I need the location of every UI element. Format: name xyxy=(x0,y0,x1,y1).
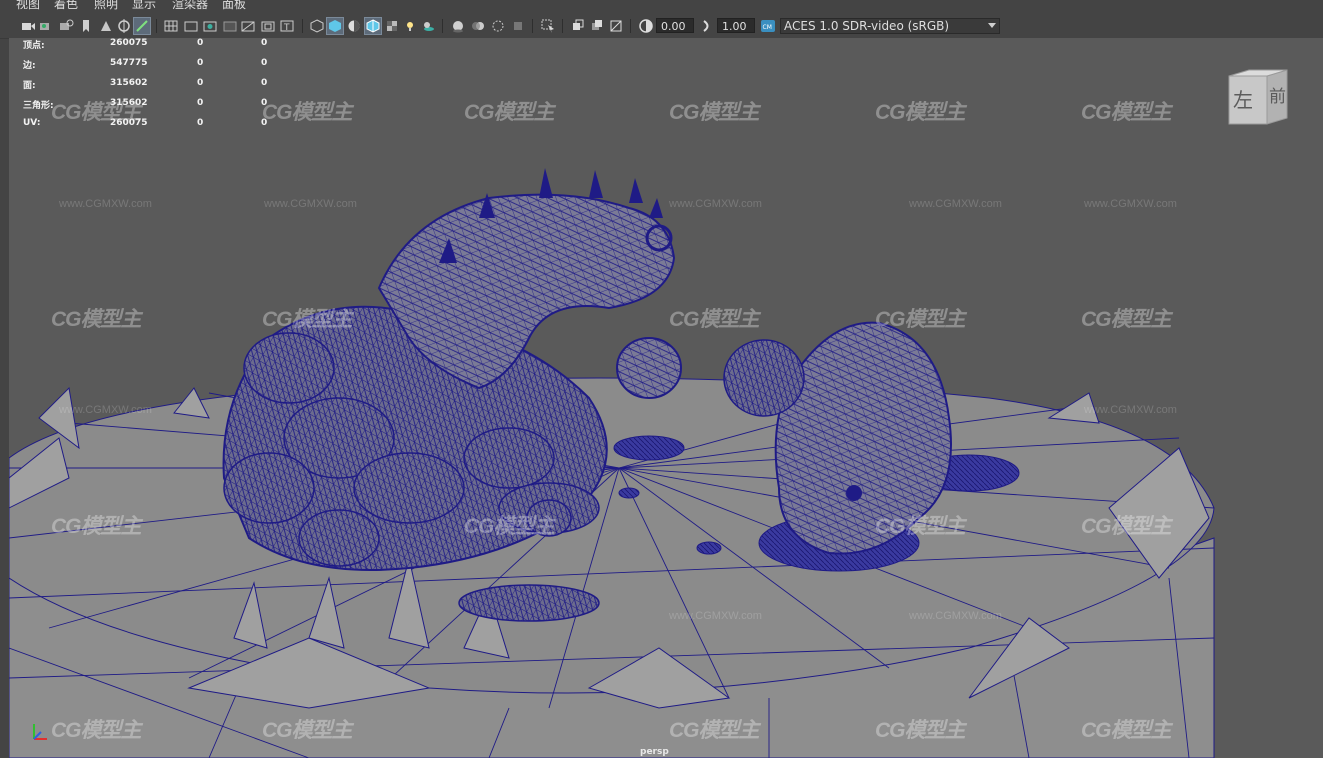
panel-menu-bar: 视图 着色 照明 显示 渲染器 面板 xyxy=(0,0,1323,13)
wireframe-icon[interactable] xyxy=(309,18,325,34)
menu-show[interactable]: 显示 xyxy=(132,0,156,12)
screen-space-ao-icon[interactable] xyxy=(450,18,466,34)
hud-row-edges: 边: 547775 0 0 xyxy=(23,58,268,71)
color-management-icon[interactable]: CM xyxy=(760,18,776,34)
maya-viewport-window: 视图 着色 照明 显示 渲染器 面板 T 0.00 1.00 CM ACES 1… xyxy=(0,0,1323,758)
wireframe-on-shaded-icon[interactable] xyxy=(364,17,382,35)
view-cube-front-face[interactable]: 前 xyxy=(1269,82,1286,107)
xray-active-icon[interactable] xyxy=(589,18,605,34)
xray-icon[interactable] xyxy=(384,18,400,34)
axis-gizmo-icon xyxy=(33,724,47,740)
view-cube-left-face[interactable]: 左 xyxy=(1233,84,1253,113)
two-d-pan-zoom-icon[interactable] xyxy=(116,18,132,34)
hud-row-faces: 面: 315602 0 0 xyxy=(23,78,268,91)
backface-cull-icon[interactable] xyxy=(608,18,624,34)
default-material-icon[interactable] xyxy=(346,18,362,34)
menu-shading[interactable]: 着色 xyxy=(54,0,78,12)
exposure-field[interactable]: 0.00 xyxy=(656,18,694,33)
shadows-icon[interactable] xyxy=(420,18,436,34)
resolution-gate-icon[interactable] xyxy=(202,18,218,34)
film-gate-icon[interactable] xyxy=(183,18,199,34)
xray-joints-icon[interactable] xyxy=(570,18,586,34)
menu-view[interactable]: 视图 xyxy=(16,0,40,12)
gate-mask-icon[interactable] xyxy=(222,18,238,34)
two-d-pan-icon[interactable] xyxy=(98,18,114,34)
scene-canvas[interactable] xyxy=(9,38,1323,758)
menu-panels[interactable]: 面板 xyxy=(222,0,246,12)
motion-blur-icon[interactable] xyxy=(470,18,486,34)
grease-pencil-icon[interactable] xyxy=(133,17,151,35)
camera-attributes-icon[interactable] xyxy=(38,18,54,34)
color-space-value: ACES 1.0 SDR-video (sRGB) xyxy=(784,19,950,33)
hud-row-uvs: UV: 260075 0 0 xyxy=(23,118,268,128)
view-cube[interactable]: 左 前 xyxy=(1227,68,1295,128)
sphere-pod xyxy=(616,337,682,399)
perspective-viewport[interactable]: CG模型主 CG模型主 CG模型主 CG模型主 CG模型主 CG模型主 CG模型… xyxy=(9,38,1323,758)
svg-text:T: T xyxy=(283,23,290,33)
gamma-icon[interactable] xyxy=(699,18,715,34)
color-space-dropdown[interactable]: ACES 1.0 SDR-video (sRGB) xyxy=(780,18,1000,34)
depth-of-field-icon[interactable] xyxy=(510,18,526,34)
gamma-field[interactable]: 1.00 xyxy=(717,18,755,33)
image-plane-icon[interactable] xyxy=(78,18,94,34)
panel-toolbar: T 0.00 1.00 CM ACES 1.0 SDR-video (sRGB) xyxy=(0,13,1323,39)
chevron-down-icon xyxy=(988,23,996,28)
safe-action-icon[interactable] xyxy=(260,18,276,34)
smooth-shade-icon[interactable] xyxy=(326,17,344,35)
field-chart-icon[interactable] xyxy=(240,18,256,34)
bookmark-icon[interactable] xyxy=(58,18,74,34)
isolate-select-icon[interactable] xyxy=(540,18,556,34)
hud-row-triangles: 三角形: 315602 0 0 xyxy=(23,98,268,111)
use-lights-icon[interactable] xyxy=(402,18,418,34)
menu-renderer[interactable]: 渲染器 xyxy=(172,0,208,12)
hud-row-vertices: 顶点: 260075 0 0 xyxy=(23,38,268,51)
safe-title-icon[interactable]: T xyxy=(279,18,295,34)
select-camera-icon[interactable] xyxy=(20,18,36,34)
anti-alias-icon[interactable] xyxy=(490,18,506,34)
exposure-icon[interactable] xyxy=(638,18,654,34)
menu-lighting[interactable]: 照明 xyxy=(94,0,118,12)
grid-icon[interactable] xyxy=(163,18,179,34)
camera-name-label: persp xyxy=(640,747,669,757)
svg-text:CM: CM xyxy=(763,24,772,31)
